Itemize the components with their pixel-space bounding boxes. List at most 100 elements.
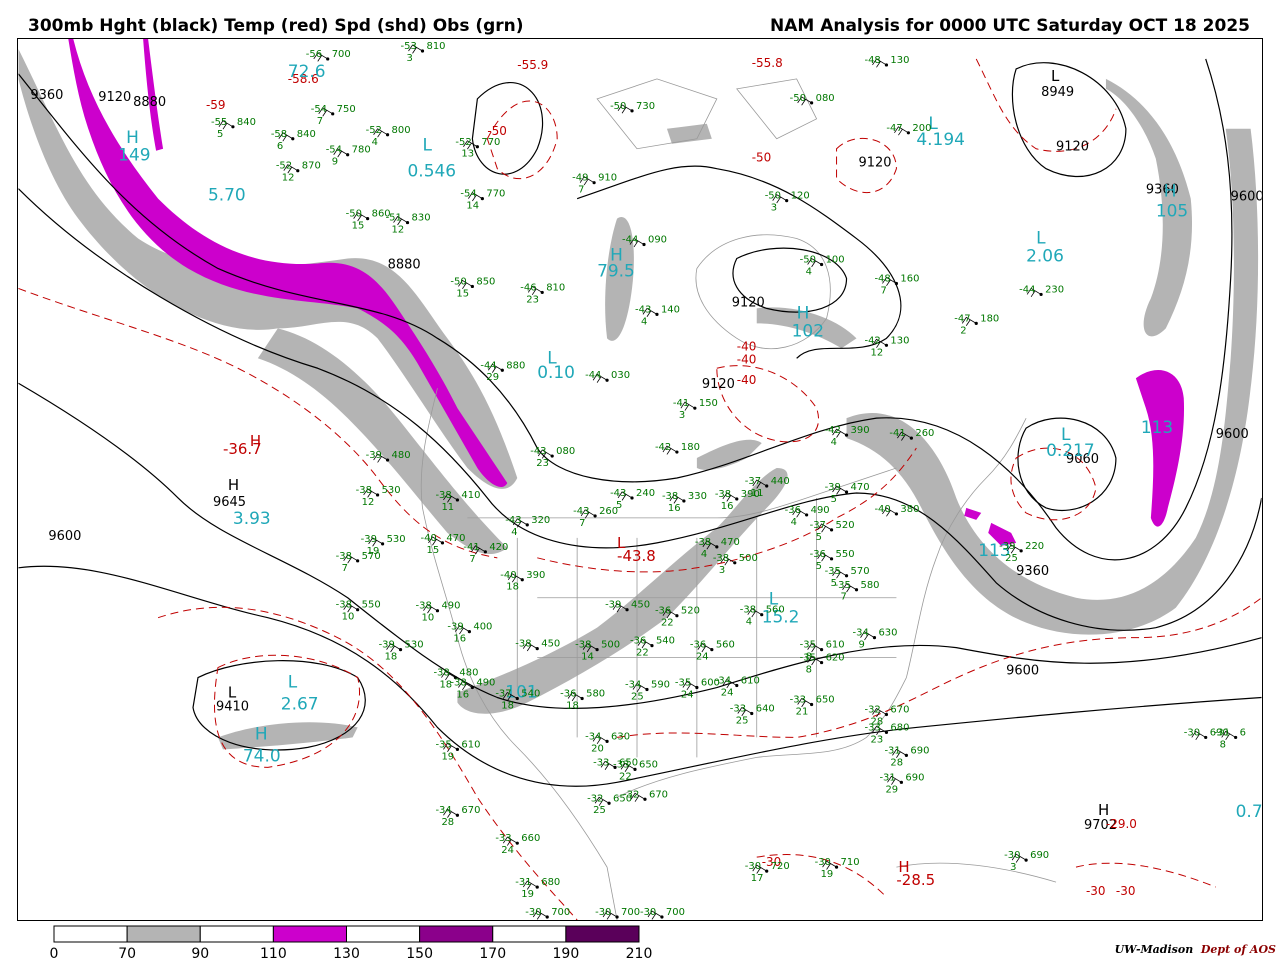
speed-center-letter: H [255, 723, 268, 743]
station-obs: -34 610 24 [715, 676, 760, 699]
station-obs: -43 080 23 [530, 446, 575, 469]
speed-center-letter: L [422, 135, 432, 155]
obs-temp: -35 [675, 678, 691, 689]
obs-dewpoint: 28 [890, 757, 903, 768]
station-obs: -36 560 24 [690, 640, 735, 663]
temp-label: -29.0 [1106, 817, 1137, 831]
obs-dewpoint: 7 [578, 185, 584, 196]
obs-height: 520 [681, 606, 700, 617]
station-obs: -38 490 10 [416, 601, 461, 624]
obs-height: 150 [699, 398, 718, 409]
height-label: 9600 [48, 529, 81, 544]
obs-dewpoint: 7 [841, 592, 847, 603]
obs-dewpoint: 4 [746, 617, 752, 628]
obs-temp: -38 [336, 551, 352, 562]
jet-max-east [1135, 370, 1185, 527]
station-obs: -30 700 23 [525, 907, 570, 920]
obs-dewpoint: 25 [631, 692, 644, 703]
obs-temp: -51 [386, 213, 402, 224]
station-obs: -38 530 12 [356, 485, 401, 508]
obs-height: 680 [541, 877, 560, 888]
obs-temp: -44 [480, 360, 496, 371]
obs-temp: -54 [326, 145, 342, 156]
obs-height: 160 [900, 273, 919, 284]
height-label: 9120 [1056, 140, 1089, 155]
station-obs: -30 700 [595, 907, 640, 920]
obs-temp: -36 [785, 505, 801, 516]
obs-dewpoint: 24 [501, 845, 514, 856]
obs-dewpoint: 3 [679, 410, 685, 421]
obs-dewpoint: 18 [385, 652, 398, 663]
obs-height: 650 [816, 694, 835, 705]
height-label: 9360 [1016, 564, 1049, 579]
obs-temp: -48 [874, 273, 890, 284]
obs-temp: -46 [520, 282, 536, 293]
obs-height: 670 [890, 704, 909, 715]
obs-height: 700 [621, 907, 640, 918]
obs-dewpoint: 13 [461, 149, 474, 160]
obs-height: 560 [716, 640, 735, 651]
obs-dewpoint: 22 [636, 648, 649, 659]
station-obs: -44 030 [585, 370, 630, 383]
obs-height: 470 [851, 482, 870, 493]
obs-height: 840 [237, 117, 256, 128]
speed-center-value: 102 [792, 320, 824, 340]
obs-dewpoint: 22 [661, 618, 674, 629]
obs-height: 770 [481, 137, 500, 148]
obs-height: 240 [636, 488, 655, 499]
obs-height: 390 [851, 425, 870, 436]
height-center-letter: L [228, 684, 237, 702]
speed-center-value: 5.70 [208, 185, 246, 205]
obs-temp: -50 [346, 209, 362, 220]
obs-dewpoint: 5 [816, 532, 822, 543]
obs-height: 580 [586, 689, 605, 700]
temp-label: -55.9 [517, 58, 548, 72]
obs-temp: -49 [572, 173, 588, 184]
obs-height: 180 [980, 313, 999, 324]
obs-temp: -41 [463, 542, 479, 553]
station-obs: -36 520 22 [655, 606, 700, 629]
station-obs: -31 690 28 [884, 745, 929, 768]
obs-temp: -37 [495, 689, 511, 700]
temp-center-value: -28.5 [896, 871, 935, 889]
station-obs: -56 700 [306, 49, 351, 62]
obs-temp: -38 [433, 668, 449, 679]
obs-height: 180 [681, 442, 700, 453]
station-obs: -44 090 [622, 235, 667, 248]
weather-map: 9360 9120 8880 8880 8949 9120 9360 9600 … [17, 38, 1263, 921]
legend-swatch [199, 925, 274, 943]
obs-dewpoint: 12 [362, 497, 375, 508]
obs-temp: -55 [211, 117, 227, 128]
obs-dewpoint: 10 [421, 613, 434, 624]
obs-temp: -37 [745, 476, 761, 487]
station-obs: -50 120 3 [765, 191, 810, 214]
obs-dewpoint: 18 [501, 700, 514, 711]
obs-dewpoint: 12 [392, 225, 405, 236]
station-obs: -54 780 9 [326, 145, 371, 168]
obs-dewpoint: 7 [579, 518, 585, 529]
legend-tick-label: 0 [50, 946, 59, 960]
obs-height: 680 [890, 722, 909, 733]
height-label: 9120 [98, 90, 131, 105]
obs-height: 580 [860, 580, 879, 591]
obs-temp: -38 [336, 600, 352, 611]
obs-height: 610 [741, 676, 760, 687]
temp-contour [616, 597, 1262, 738]
obs-height: 670 [461, 805, 480, 816]
obs-height: 690 [905, 772, 924, 783]
obs-dewpoint: 3 [1010, 862, 1016, 873]
obs-temp: -38 [695, 537, 711, 548]
obs-temp: -38 [435, 490, 451, 501]
station-obs: -30 690 3 [1004, 850, 1049, 873]
obs-temp: -36 [630, 636, 646, 647]
obs-height: 260 [599, 506, 618, 517]
station-obs: -55 840 5 [211, 117, 256, 140]
station-obs: -31 680 19 [515, 877, 560, 900]
obs-height: 320 [531, 515, 550, 526]
obs-height: 800 [392, 125, 411, 136]
temp-label: -40 [737, 352, 757, 366]
temp-label: -59 [206, 98, 226, 112]
station-obs: -48 130 [864, 55, 909, 68]
temp-labels: -58.6 -55.9 -55.8 -59 -50 -50 -40 -40 -4… [206, 56, 1137, 898]
legend-swatch [565, 925, 640, 943]
